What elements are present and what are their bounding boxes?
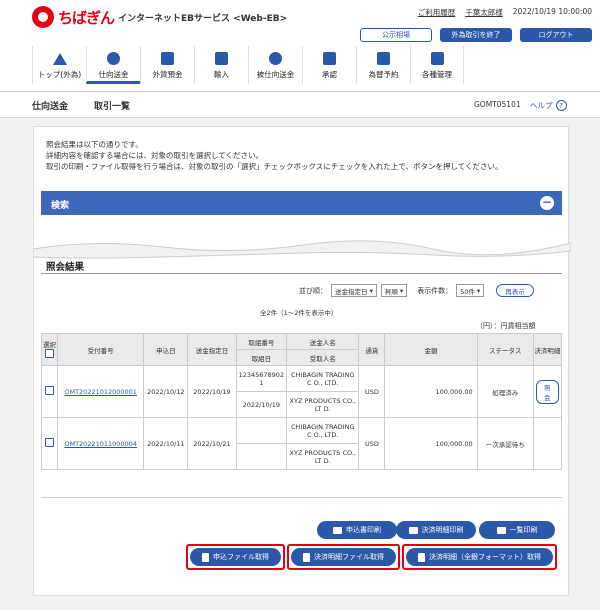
- col-detail: 決済明細: [532, 333, 563, 366]
- current-datetime: 2022/10/19 10:00:00: [512, 7, 592, 16]
- collapse-icon[interactable]: −: [540, 196, 554, 210]
- col-amount: 金額: [384, 333, 478, 366]
- main-nav: トップ(外為) 仕向送金 外貨預金 輸入 被仕向送金 承認 為替予約 各種管理: [32, 46, 464, 84]
- get-application-file-button[interactable]: 申込ファイル取得: [190, 548, 281, 566]
- highlight-file-app: 申込ファイル取得: [186, 544, 285, 570]
- help-link[interactable]: ヘルプ?: [530, 100, 567, 111]
- col-send-date: 送金指定日: [187, 333, 237, 366]
- printer-icon: [408, 526, 418, 534]
- col-deal-date: 取組日: [235, 349, 288, 366]
- highlight-file-stmt-full: 決済明細（全銀フォーマット）取得: [402, 544, 557, 570]
- deposit-icon: [161, 52, 174, 65]
- fx-end-button[interactable]: 外為取引を終了: [440, 28, 512, 42]
- results-table: 選択 受付番号 申込日 送金指定日 取組番号 送金人名 通貨 金額 ステータス …: [40, 333, 563, 470]
- results-controls: 並び順： 送金指定日 ▾ 昇順 ▾ 表示件数： 50件 ▾ 再表示: [299, 284, 534, 297]
- nav-top[interactable]: トップ(外為): [32, 46, 86, 84]
- manage-icon: [430, 52, 444, 65]
- search-section-header[interactable]: 検索 −: [41, 191, 562, 215]
- get-statement-file-button[interactable]: 決済明細ファイル取得: [291, 548, 396, 566]
- logout-button[interactable]: ログアウト: [520, 28, 592, 42]
- redisplay-button[interactable]: 再表示: [496, 284, 534, 297]
- print-statement-button[interactable]: 決済明細印刷: [396, 521, 476, 539]
- header: ちばぎん インターネットEBサービス <Web-EB> ご利用履歴 千葉太郎様 …: [0, 0, 600, 92]
- public-rate-button[interactable]: 公示相場: [360, 28, 432, 42]
- instruction-message: 照会結果は以下の通りです。 詳細内容を確認する場合には、対象の取引を選択してくだ…: [46, 140, 503, 171]
- printer-icon: [496, 526, 506, 534]
- nav-fx-contract[interactable]: 為替予約: [356, 46, 410, 84]
- col-receipt: 受付番号: [57, 333, 145, 366]
- row-checkbox[interactable]: [45, 386, 55, 395]
- home-icon: [52, 53, 67, 65]
- file-download-icon: [202, 552, 209, 562]
- printer-icon: [333, 526, 342, 534]
- main-panel: 照会結果は以下の通りです。 詳細内容を確認する場合には、対象の取引を選択してくだ…: [33, 126, 571, 596]
- logo-mark-icon: [32, 6, 54, 28]
- col-remitter: 送金人名: [286, 333, 360, 350]
- nav-approval[interactable]: 承認: [302, 46, 356, 84]
- table-row[interactable]: OMT20221012000001 2022/10/12 2022/10/19 …: [40, 365, 563, 418]
- nav-import[interactable]: 輸入: [194, 46, 248, 84]
- table-row[interactable]: OMT20221011000004 2022/10/11 2022/10/21 …: [40, 417, 563, 470]
- question-icon: ?: [555, 100, 567, 111]
- approve-icon: [323, 52, 336, 65]
- service-name: インターネットEBサービス <Web-EB>: [118, 13, 288, 24]
- breadcrumb: 仕向送金 取引一覧 GOMT05101 ヘルプ?: [0, 92, 600, 118]
- nav-fx-deposit[interactable]: 外貨預金: [140, 46, 194, 84]
- print-application-button[interactable]: 申込書印刷: [317, 521, 397, 539]
- receipt-link[interactable]: OMT20221012000001: [64, 388, 137, 396]
- page-title: 取引一覧: [94, 102, 131, 112]
- col-currency: 通貨: [358, 333, 386, 366]
- brand-name: ちばぎん: [58, 8, 115, 27]
- unit-note: （円）：円貨相当額: [476, 322, 536, 330]
- import-icon: [215, 52, 228, 65]
- col-receiver: 受取人名: [286, 349, 360, 366]
- nav-outward-remittance[interactable]: 仕向送金: [86, 46, 140, 84]
- receipt-link[interactable]: OMT20221011000004: [64, 440, 137, 448]
- receive-icon: [269, 52, 282, 65]
- nav-management[interactable]: 各種管理: [410, 46, 464, 84]
- results-title: 照会結果: [46, 262, 85, 273]
- col-select: 選択: [40, 333, 59, 366]
- bank-logo: ちばぎん インターネットEBサービス <Web-EB>: [32, 6, 287, 28]
- file-download-icon: [303, 552, 310, 562]
- row-checkbox[interactable]: [45, 438, 55, 447]
- get-zengin-statement-button[interactable]: 決済明細（全銀フォーマット）取得: [406, 548, 553, 566]
- breadcrumb-section: 仕向送金: [32, 102, 69, 112]
- print-list-button[interactable]: 一覧印刷: [479, 521, 555, 539]
- sort-select[interactable]: 送金指定日 ▾: [331, 284, 377, 297]
- contract-icon: [377, 52, 390, 65]
- count-select[interactable]: 50件 ▾: [456, 284, 485, 297]
- usage-history-link[interactable]: ご利用履歴: [418, 7, 456, 18]
- highlight-file-stmt: 決済明細ファイル取得: [287, 544, 400, 570]
- screen-code: GOMT05101: [474, 100, 521, 109]
- col-status: ステータス: [476, 333, 534, 366]
- select-all-checkbox[interactable]: [45, 349, 55, 358]
- detail-view-button[interactable]: 照会: [535, 379, 559, 404]
- user-name-link[interactable]: 千葉太郎様: [465, 7, 503, 18]
- omission-tear-graphic: [33, 240, 571, 259]
- file-download-icon: [418, 552, 425, 562]
- col-deal-no: 取組番号: [235, 333, 288, 350]
- result-count: 全2件（1～2件を表示中）: [260, 309, 338, 317]
- nav-inward-remittance[interactable]: 被仕向送金: [248, 46, 302, 84]
- order-select[interactable]: 昇順 ▾: [380, 284, 408, 297]
- col-apply-date: 申込日: [143, 333, 189, 366]
- yen-icon: [107, 52, 120, 65]
